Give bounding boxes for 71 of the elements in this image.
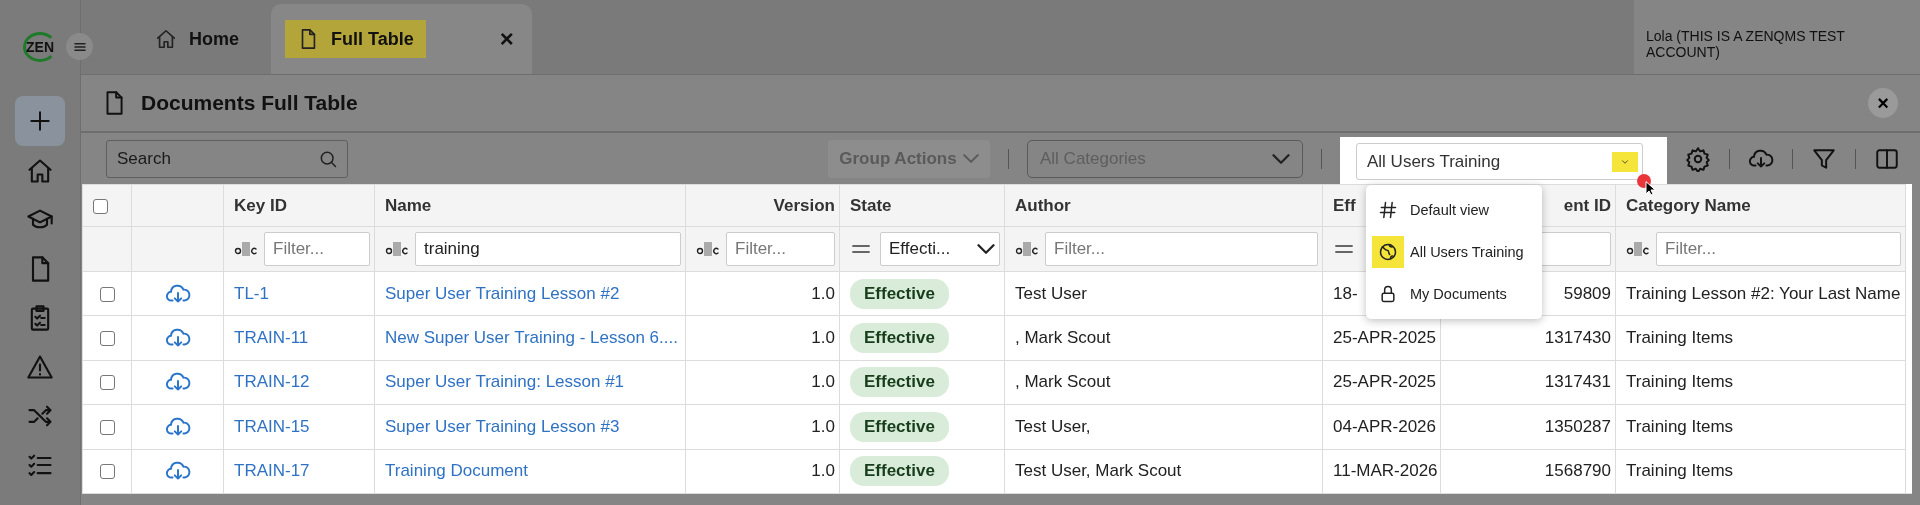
search-field[interactable]: Search: [106, 139, 348, 178]
close-button[interactable]: ×: [1868, 88, 1898, 118]
checkbox[interactable]: [99, 331, 115, 347]
status-badge: Effective: [850, 323, 949, 354]
table-cell: , Mark Scout: [1015, 372, 1111, 392]
filter-field[interactable]: Filter...: [1045, 232, 1318, 266]
logo: ZEN: [23, 32, 57, 62]
checkbox[interactable]: [99, 286, 115, 302]
table-cell: 59809: [1563, 283, 1611, 303]
table-cell: 1.0: [811, 372, 835, 392]
checkbox[interactable]: [99, 419, 115, 435]
table-cell: , Mark Scout: [1015, 328, 1111, 348]
table-cell: 25-APR-2025: [1333, 328, 1436, 348]
table-cell: Training Items: [1626, 416, 1734, 436]
view-dropdown[interactable]: All Users Training: [1356, 143, 1643, 180]
filter-dropdown[interactable]: Effecti...: [880, 232, 1000, 266]
filter-field[interactable]: Filter...: [1656, 232, 1901, 266]
home-icon: [155, 28, 177, 50]
table-cell: 04-APR-2026: [1333, 416, 1436, 436]
filter-field[interactable]: Filter...: [264, 232, 370, 266]
column-header[interactable]: Name: [385, 195, 432, 215]
filter-field[interactable]: training: [415, 232, 681, 266]
close-button[interactable]: ×: [495, 25, 518, 53]
status-badge: Effective: [850, 278, 949, 309]
equals-icon: [1335, 245, 1353, 253]
table-cell: 1317430: [1544, 328, 1611, 348]
add-button[interactable]: [15, 96, 65, 146]
status-badge: Effective: [850, 411, 949, 442]
menu-item[interactable]: Default view: [1366, 189, 1542, 231]
table-cell: Test User: [1015, 283, 1087, 303]
settings-icon[interactable]: [1685, 145, 1711, 172]
chevron-down-icon: [962, 154, 979, 163]
equals-icon: [852, 245, 870, 253]
filter-field[interactable]: Filter...: [726, 232, 835, 266]
table-cell: 1.0: [811, 283, 835, 303]
checkbox[interactable]: [99, 464, 115, 480]
table-cell: Training Lesson #2: Your Last Name: [1626, 283, 1901, 303]
page-title: Documents Full Table: [141, 91, 359, 115]
table-cell: 1317431: [1544, 372, 1611, 392]
status-badge: Effective: [850, 456, 949, 487]
menu-item[interactable]: All Users Training: [1366, 231, 1542, 273]
table-cell: 1.0: [811, 328, 835, 348]
table-cell: 11-MAR-2026: [1333, 461, 1438, 481]
column-header[interactable]: ent ID: [1563, 195, 1611, 215]
table-cell: Test User,: [1015, 416, 1091, 436]
column-header[interactable]: Category Name: [1626, 195, 1751, 215]
chevron-down-icon: [977, 244, 995, 254]
table-cell: Training Items: [1626, 461, 1734, 481]
table-cell: 1350287: [1544, 416, 1611, 436]
tab[interactable]: Home: [129, 4, 265, 74]
chevron-down-icon: [1272, 153, 1290, 164]
checkbox[interactable]: [99, 375, 115, 391]
column-header[interactable]: Key ID: [234, 195, 287, 215]
table-cell: 1.0: [811, 461, 835, 481]
table-cell: 1568790: [1544, 461, 1611, 481]
document-link[interactable]: TL-1: [234, 283, 269, 303]
table-cell: 25-APR-2025: [1333, 372, 1436, 392]
table-cell: Training Items: [1626, 372, 1734, 392]
column-header[interactable]: Version: [773, 195, 835, 215]
column-header[interactable]: Author: [1015, 195, 1071, 215]
checkbox[interactable]: [93, 198, 108, 214]
column-header[interactable]: Eff: [1333, 195, 1356, 215]
tab[interactable]: Full Table ×: [271, 4, 532, 74]
menu-item[interactable]: My Documents: [1366, 273, 1542, 315]
status-badge: Effective: [850, 367, 949, 398]
table-cell: Test User, Mark Scout: [1015, 461, 1182, 481]
table-cell: 18-: [1333, 283, 1358, 303]
table-cell: 1.0: [811, 416, 835, 436]
table-cell: Training Items: [1626, 328, 1734, 348]
user-name: Lola (THIS IS A ZENQMS TEST ACCOUNT): [1634, 0, 1920, 74]
column-header[interactable]: State: [850, 195, 892, 215]
